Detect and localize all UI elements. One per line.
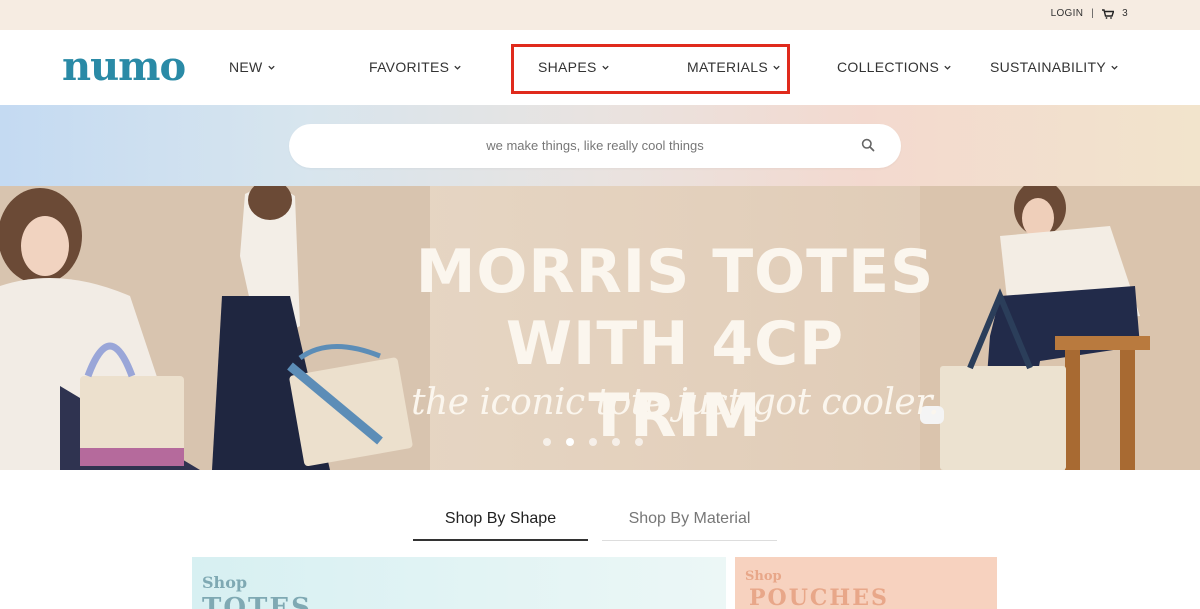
card-category-name: TOTES — [202, 593, 312, 609]
chevron-down-icon — [267, 65, 275, 70]
utility-separator: | — [1091, 8, 1095, 19]
nav-item-label: SHAPES — [538, 59, 597, 75]
hero-title-line-2: WITH 4CP TRIM — [505, 309, 845, 451]
carousel-dot[interactable] — [635, 438, 643, 446]
search-band: we make things, like really cool things — [0, 105, 1200, 186]
nav-item-label: SUSTAINABILITY — [990, 59, 1106, 75]
tab-shop-by-shape[interactable]: Shop By Shape — [413, 500, 588, 541]
utility-bar: LOGIN | 3 — [0, 0, 1200, 30]
login-link[interactable]: LOGIN — [1051, 8, 1084, 19]
nav-item-label: FAVORITES — [369, 59, 450, 75]
search-placeholder: we make things, like really cool things — [486, 138, 704, 153]
carousel-dots — [543, 438, 643, 446]
card-shop-label: Shop — [745, 569, 782, 584]
cart-count[interactable]: 3 — [1122, 8, 1128, 19]
chevron-down-icon — [601, 65, 609, 70]
main-nav: numo NEW FAVORITES SHAPES MATERIALS COLL… — [0, 30, 1200, 105]
cart-icon[interactable] — [1102, 8, 1115, 19]
card-category-name: POUCHES — [749, 585, 889, 609]
carousel-dot-active[interactable] — [566, 438, 574, 446]
hero-subtitle: the iconic tote just got cooler. — [411, 382, 939, 423]
tab-shop-by-material[interactable]: Shop By Material — [602, 500, 777, 541]
nav-item-label: NEW — [229, 59, 263, 75]
nav-item-materials[interactable]: MATERIALS — [687, 59, 781, 75]
hero-banner[interactable]: MORRIS TOTES WITH 4CP TRIM the iconic to… — [0, 186, 1200, 470]
category-card-pouches[interactable]: Shop POUCHES — [735, 557, 997, 609]
utility-links: LOGIN | 3 — [1051, 8, 1128, 19]
numo-logo[interactable]: numo — [62, 44, 186, 90]
nav-item-shapes[interactable]: SHAPES — [538, 59, 610, 75]
nav-item-collections[interactable]: COLLECTIONS — [837, 59, 952, 75]
chevron-down-icon — [944, 65, 951, 70]
search-icon[interactable] — [861, 138, 875, 152]
hero-model-right-image — [920, 186, 1200, 470]
hero-model-left-image — [0, 186, 430, 470]
nav-item-favorites[interactable]: FAVORITES — [369, 59, 462, 75]
carousel-dot[interactable] — [612, 438, 620, 446]
card-shop-label: Shop — [202, 573, 248, 592]
carousel-dot[interactable] — [543, 438, 551, 446]
nav-item-new[interactable]: NEW — [229, 59, 276, 75]
chevron-down-icon — [1111, 65, 1118, 70]
category-card-totes[interactable]: Shop TOTES — [192, 557, 726, 609]
nav-item-label: MATERIALS — [687, 59, 769, 75]
chevron-down-icon — [773, 65, 780, 70]
carousel-dot[interactable] — [589, 438, 597, 446]
search-input[interactable]: we make things, like really cool things — [289, 124, 901, 168]
shop-tabs: Shop By Shape Shop By Material — [413, 500, 777, 541]
hero-title-line-1: MORRIS TOTES — [415, 237, 935, 307]
nav-item-label: COLLECTIONS — [837, 59, 940, 75]
nav-item-sustainability[interactable]: SUSTAINABILITY — [990, 59, 1119, 75]
chevron-down-icon — [454, 65, 461, 70]
